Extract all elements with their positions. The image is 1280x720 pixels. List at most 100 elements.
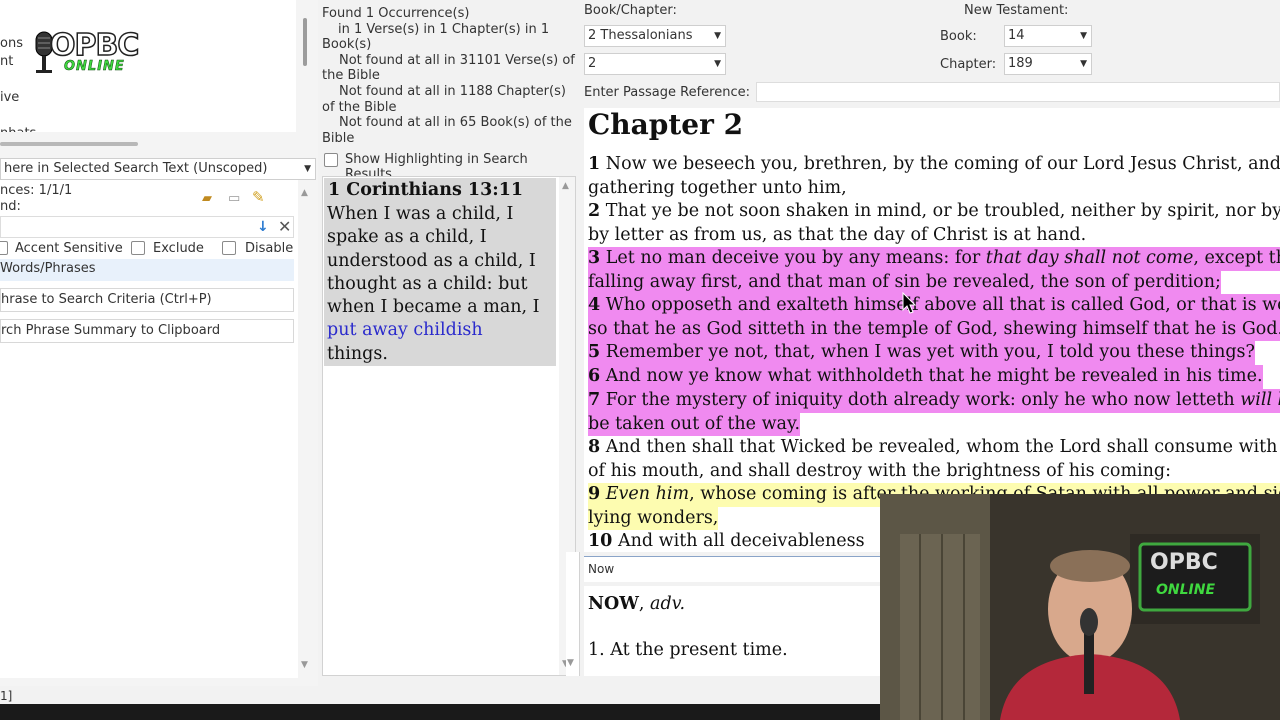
verse-text: Remember ye not, that, when I was yet wi… <box>605 342 1255 362</box>
verse-number: 2 <box>588 201 601 221</box>
verse-3[interactable]: 3 Let no man deceive you by any means: f… <box>588 247 1280 271</box>
verse-text: by letter as from us, as that the day of… <box>588 224 1087 245</box>
tree-item[interactable]: nt <box>0 54 13 69</box>
verse-1-cont[interactable]: gathering together unto him, <box>588 177 847 201</box>
webcam-logo-text: OPBC <box>1150 550 1218 575</box>
book-number-select[interactable]: 14 ▼ <box>1004 25 1092 47</box>
chapter-number-select[interactable]: 189 ▼ <box>1004 53 1092 75</box>
webcam-logo-subtext: ONLINE <box>1156 582 1216 598</box>
verse-8[interactable]: 8 And then shall that Wicked be revealed… <box>588 436 1280 460</box>
scroll-down-icon[interactable]: ▼ <box>301 660 308 670</box>
verse-9-cont[interactable]: lying wonders, <box>588 506 719 530</box>
chapter-heading: Chapter 2 <box>588 108 744 141</box>
copy-summary-button[interactable]: rch Phrase Summary to Clipboard <box>0 319 294 343</box>
result-line: understood as a child, I <box>327 250 536 271</box>
summary-line: Not found at all in 65 Book(s) of the <box>339 115 572 131</box>
verse-3-cont[interactable]: falling away first, and that man of sin … <box>588 270 1221 294</box>
scroll-up-icon[interactable]: ▲ <box>301 188 308 198</box>
verse-7[interactable]: 7 For the mystery of iniquity doth alrea… <box>588 389 1280 413</box>
verse-number: 10 <box>588 531 613 551</box>
chevron-down-icon: ▼ <box>1080 59 1087 69</box>
tree-hscrollbar[interactable] <box>0 132 296 156</box>
book-select-value: 2 Thessalonians <box>588 28 693 43</box>
close-icon[interactable]: ✕ <box>278 217 291 236</box>
verse-italic: that day shall not come <box>985 248 1194 268</box>
verse-number: 3 <box>588 248 601 268</box>
verse-text: For the mystery of iniquity doth already… <box>605 390 1241 410</box>
summary-line: in 1 Verse(s) in 1 Chapter(s) in 1 <box>338 21 550 37</box>
chapter-select-value: 2 <box>588 56 597 71</box>
exclude-checkbox[interactable] <box>131 241 145 255</box>
disable-label: Disable <box>245 241 294 256</box>
show-highlighting-checkbox[interactable] <box>324 153 338 167</box>
logo-subtext: ONLINE <box>64 59 125 75</box>
book-select[interactable]: 2 Thessalonians ▼ <box>584 25 726 47</box>
verse-text: Who opposeth and exalteth himself above … <box>605 295 1280 315</box>
verse-number: 7 <box>588 390 601 410</box>
scroll-down-icon[interactable]: ▼ <box>567 658 574 668</box>
verse-text: of his mouth, and shall destroy with the… <box>588 460 1172 481</box>
verse-7-cont[interactable]: be taken out of the way. <box>588 412 801 436</box>
verse-6[interactable]: 6 And now ye know what withholdeth that … <box>588 365 1263 389</box>
search-result-item[interactable]: 1 Corinthians 13:11 When I was a child, … <box>324 178 556 366</box>
exclude-label: Exclude <box>153 241 204 256</box>
copy-summary-label: rch Phrase Summary to Clipboard <box>1 323 221 338</box>
dictionary-headword: NOW <box>588 594 639 614</box>
taskbar-strip <box>0 704 880 720</box>
dictionary-definition: 1. At the present time. <box>588 640 788 660</box>
chapter-select[interactable]: 2 ▼ <box>584 53 726 75</box>
bible-tree[interactable]: ons nt ive nhats OPBC ONLINE <box>0 0 296 132</box>
disable-checkbox[interactable] <box>222 241 236 255</box>
chevron-down-icon: ▼ <box>714 31 721 41</box>
result-match: put away childish <box>327 320 483 341</box>
criteria-scrollbar[interactable]: ▲ ▼ <box>298 180 314 678</box>
result-reference: 1 Corinthians 13:11 <box>328 180 524 200</box>
verse-text: falling away first, and that man of sin … <box>588 271 1221 292</box>
summary-line: of the Bible <box>322 99 397 115</box>
tree-item[interactable]: ons <box>0 36 23 51</box>
verse-10[interactable]: 10 And with all deceivableness <box>588 530 865 552</box>
verse-1[interactable]: 1 Now we beseech you, brethren, by the c… <box>588 153 1280 177</box>
arrow-down-icon[interactable]: ↓ <box>257 219 269 235</box>
verse-8-cont[interactable]: of his mouth, and shall destroy with the… <box>588 460 1171 484</box>
verse-2-cont[interactable]: by letter as from us, as that the day of… <box>588 224 1086 248</box>
passage-input[interactable] <box>756 82 1280 102</box>
document-icon[interactable]: ▭ <box>228 191 240 206</box>
folder-icon[interactable]: ▰ <box>202 191 212 206</box>
verse-text: And now ye know what withholdeth that he… <box>605 366 1263 386</box>
accent-label: Accent Sensitive <box>15 241 123 256</box>
occurrences-label: nces: 1/1/1 <box>0 183 73 198</box>
dictionary-panel[interactable]: NOW, adv. 1. At the present time. <box>584 586 880 676</box>
search-panel: ons nt ive nhats OPBC ONLINE here in Sel… <box>0 0 318 703</box>
verse-text: , except there come a <box>1193 248 1280 268</box>
search-results-list[interactable]: 1 Corinthians 13:11 When I was a child, … <box>322 176 576 676</box>
book-num-label: Book: <box>940 29 977 44</box>
verse-2[interactable]: 2 That ye be not soon shaken in mind, or… <box>588 200 1280 224</box>
search-criteria-panel: nces: 1/1/1 nd: ▰ ▭ ✎ ↓ ✕ Accent Sensiti… <box>0 180 298 678</box>
scroll-up-icon[interactable]: ▲ <box>562 181 569 191</box>
verse-text: That ye be not soon shaken in mind, or b… <box>605 201 1280 221</box>
scope-select-value: here in Selected Search Text (Unscoped) <box>4 161 268 176</box>
result-line: thought as a child: but <box>327 273 528 294</box>
accent-checkbox[interactable] <box>0 241 8 255</box>
broom-icon[interactable]: ✎ <box>252 188 265 206</box>
webcam-overlay: OPBC ONLINE <box>880 494 1280 720</box>
result-line: things. <box>327 343 388 364</box>
words-phrases-row[interactable]: Words/Phrases <box>0 259 294 281</box>
verse-4[interactable]: 4 Who opposeth and exalteth himself abov… <box>588 294 1280 318</box>
verse-text: And with all deceivableness <box>617 531 865 551</box>
summary-line: Bible <box>322 130 355 146</box>
result-line: when I became a man, I <box>327 297 540 318</box>
add-phrase-button[interactable]: hrase to Search Criteria (Ctrl+P) <box>0 288 294 312</box>
navigation-form: Book/Chapter: 2 Thessalonians ▼ 2 ▼ Ente… <box>580 0 1280 108</box>
bible-reader[interactable]: Chapter 2 1 Now we beseech you, brethren… <box>584 108 1280 552</box>
verse-5[interactable]: 5 Remember ye not, that, when I was yet … <box>588 341 1255 365</box>
scope-select[interactable]: here in Selected Search Text (Unscoped) … <box>0 158 316 180</box>
summary-line: Found 1 Occurrence(s) <box>322 6 470 21</box>
tree-item[interactable]: ive <box>0 90 19 105</box>
summary-line: Not found at all in 1188 Chapter(s) <box>339 83 566 99</box>
verse-4-cont[interactable]: so that he as God sitteth in the temple … <box>588 317 1280 341</box>
search-input[interactable] <box>0 216 294 238</box>
verse-number: 1 <box>588 154 601 174</box>
tree-scrollbar[interactable] <box>298 0 314 132</box>
